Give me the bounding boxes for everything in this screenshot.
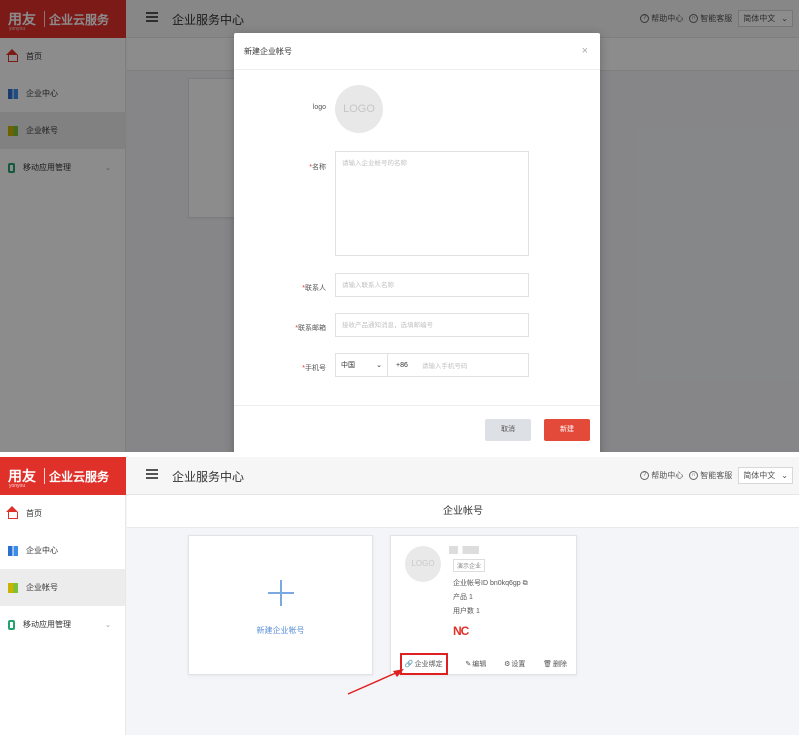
building-icon (8, 545, 18, 556)
name-input[interactable]: 请输入企业帐号的名称 (335, 151, 529, 256)
account-logo: LOGO (405, 546, 441, 582)
account-tag: 演示企业 (453, 559, 486, 572)
contact-input[interactable]: 请输入联系人名称 (335, 273, 529, 297)
page-title: 企业服务中心 (172, 470, 245, 484)
account-icon (8, 582, 18, 593)
top-header: 用友 yonyou 企业云服务 企业服务中心 ? 帮助中心 ∩ 智能客服 简体中文 ⌄ (0, 457, 799, 495)
new-account-dialog: 新建企业帐号 × logo LOGO *名称 请输入企业帐号的名称 *联系人 请… (234, 33, 600, 452)
copy-icon[interactable]: ⧉ (523, 580, 528, 587)
menu-icon[interactable] (146, 469, 158, 479)
screenshot-modal-state: 用友 yonyou 企业云服务 企业服务中心 ? 帮助中心 ∩ 智能客服 简体中文 ⌄ … (0, 0, 799, 452)
brand-name: 用友 yonyou (8, 468, 36, 489)
email-input[interactable]: 接收产品通知消息，选填邮编号 (335, 313, 529, 337)
account-card: LOGO 演示企业 企业帐号ID bn0kq6gp ⧉ 产品 1 用户数 1 N… (390, 535, 577, 675)
gear-icon: ⚙ (504, 661, 511, 668)
settings-button[interactable]: ⚙ 设置 (504, 659, 525, 669)
sidebar-item-enterprise-center[interactable]: 企业中心 (0, 532, 125, 569)
account-id: 企业帐号ID bn0kq6gp ⧉ (453, 580, 528, 587)
dialog-title: 新建企业帐号 (244, 47, 292, 56)
trash-icon: 🗑 (543, 661, 553, 668)
support-link[interactable]: ∩ 智能客服 (689, 470, 732, 481)
pencil-icon: ✎ (465, 661, 472, 668)
new-account-card[interactable]: 新建企业帐号 (188, 535, 373, 675)
close-icon[interactable]: × (582, 33, 588, 70)
product-name: 企业云服务 (49, 469, 110, 484)
chevron-down-icon: ⌄ (105, 621, 111, 629)
account-users: 用户数 1 (453, 608, 480, 615)
phone-field: 中国 ⌄ +86 请输入手机号码 (335, 353, 529, 377)
country-select[interactable]: 中国 ⌄ (336, 354, 388, 376)
mobile-icon (8, 619, 15, 630)
sidebar-item-enterprise-account[interactable]: 企业帐号 (0, 569, 125, 606)
screenshot-account-list: 用友 yonyou 企业云服务 企业服务中心 ? 帮助中心 ∩ 智能客服 简体中文 ⌄ … (0, 457, 799, 735)
home-icon (6, 505, 18, 519)
sidebar-item-home[interactable]: 首页 (0, 495, 125, 532)
cancel-button[interactable]: 取消 (485, 419, 531, 441)
question-icon: ? (640, 471, 650, 480)
create-button[interactable]: 新建 (544, 419, 590, 441)
content-tab-title: 企业帐号 (127, 495, 799, 528)
chevron-down-icon: ⌄ (376, 362, 382, 369)
sidebar-item-mobile-apps[interactable]: 移动应用管理 ⌄ (0, 606, 125, 643)
contact-label: *联系人 (302, 285, 326, 292)
name-label: *名称 (309, 164, 326, 171)
account-actions: 🔗 企业绑定 ✎ 编辑 ⚙ 设置 🗑 删除 (391, 653, 576, 675)
chevron-down-icon: ⌄ (781, 471, 788, 480)
annotation-arrow (347, 669, 404, 695)
headset-icon: ∩ (689, 471, 699, 480)
edit-button[interactable]: ✎ 编辑 (465, 659, 486, 669)
language-select[interactable]: 简体中文 ⌄ (738, 467, 793, 484)
nc-product-logo: NC (453, 624, 469, 638)
phone-label: *手机号 (302, 365, 326, 372)
logo-upload[interactable]: LOGO (335, 85, 383, 133)
plus-icon (268, 580, 294, 606)
phone-input[interactable]: 请输入手机号码 (416, 360, 468, 370)
help-link[interactable]: ? 帮助中心 (640, 470, 683, 481)
email-label: *联系邮箱 (295, 325, 326, 332)
sidebar: 首页 企业中心 企业帐号 移动应用管理 ⌄ (0, 495, 126, 735)
new-account-label: 新建企业帐号 (256, 626, 305, 635)
delete-button[interactable]: 🗑 删除 (543, 659, 567, 669)
logo-label: logo (312, 104, 326, 111)
account-products: 产品 1 (453, 594, 473, 601)
account-name-redacted (449, 546, 479, 554)
country-code: +86 (396, 361, 408, 369)
brand-logo[interactable]: 用友 yonyou 企业云服务 (0, 457, 126, 495)
